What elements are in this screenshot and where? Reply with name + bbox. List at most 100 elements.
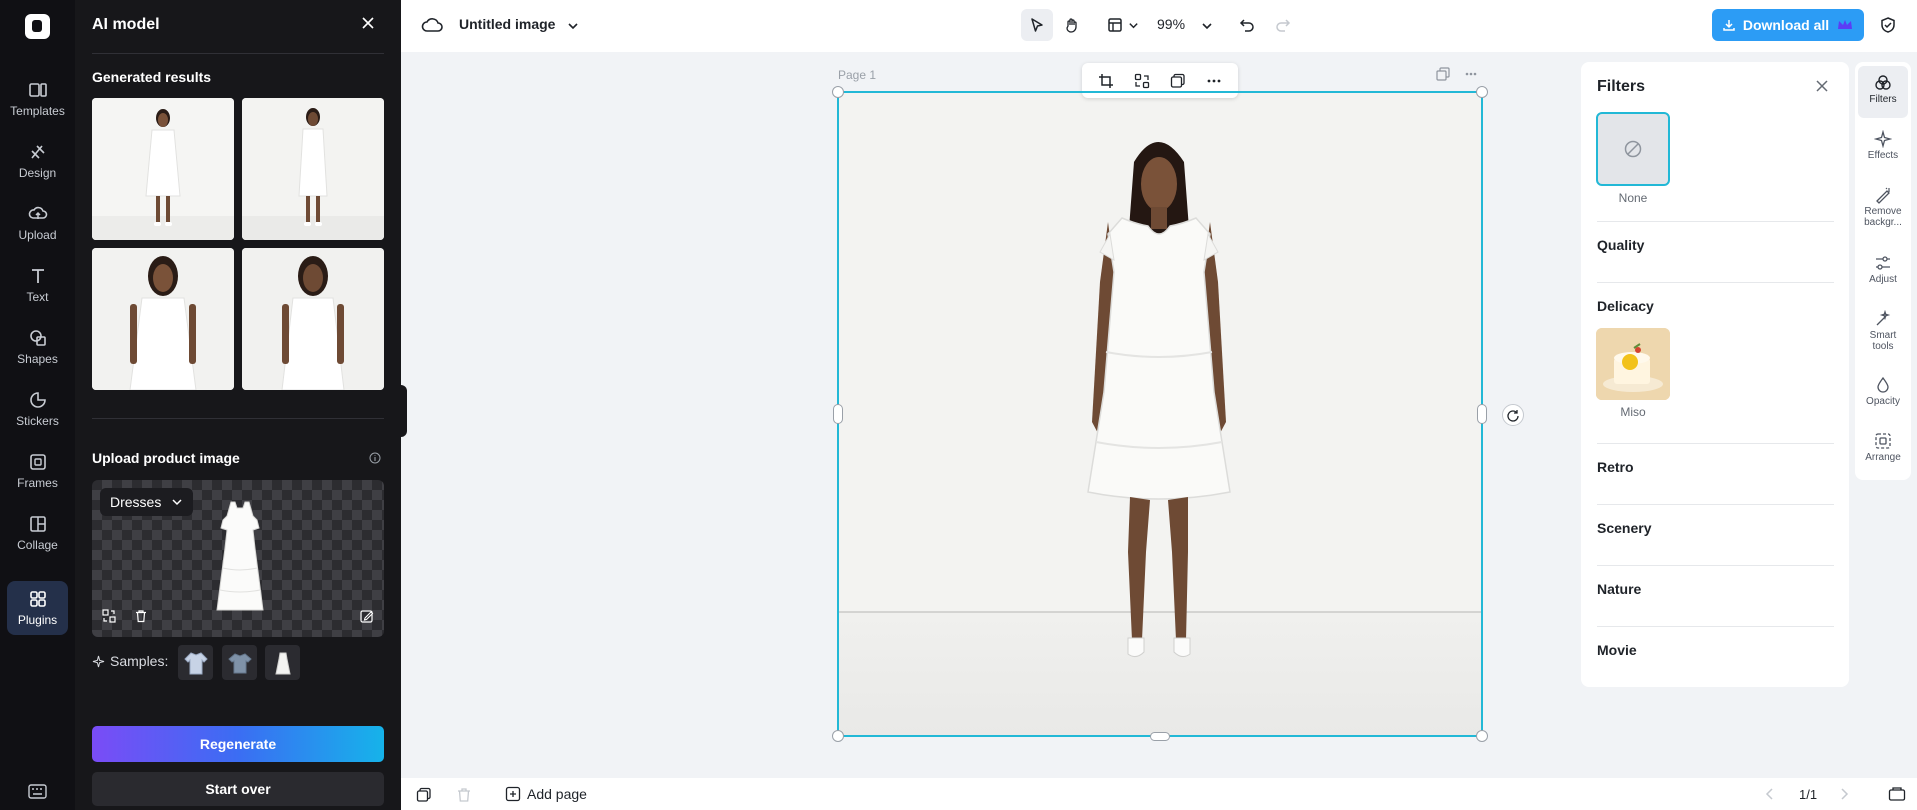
zoom-level[interactable]: 99% [1157, 16, 1185, 32]
resize-handle-left[interactable] [833, 404, 843, 424]
filter-section-retro[interactable]: Retro [1597, 459, 1634, 475]
filter-section-movie[interactable]: Movie [1597, 642, 1637, 658]
resize-handle-top-left[interactable] [832, 86, 844, 98]
dress-icon [274, 652, 291, 674]
copy-icon[interactable] [1170, 73, 1186, 89]
tool-smart-tools[interactable]: Smart tools [1858, 302, 1908, 364]
rail-item-text[interactable]: Text [7, 258, 68, 312]
filter-section-delicacy[interactable]: Delicacy [1597, 298, 1654, 314]
hand-tool-button[interactable] [1056, 9, 1088, 41]
shield-check-icon[interactable] [1879, 16, 1897, 34]
upload-product-title: Upload product image [92, 450, 240, 466]
resize-handle-bottom[interactable] [1150, 732, 1170, 741]
filter-none-tile[interactable] [1596, 112, 1670, 186]
collapse-panel-handle[interactable] [399, 385, 407, 437]
replace-image-button[interactable] [98, 605, 120, 627]
divider [1597, 221, 1834, 222]
edit-image-icon [360, 610, 374, 623]
rail-item-templates[interactable]: Templates [7, 72, 68, 126]
filter-section-quality[interactable]: Quality [1597, 237, 1644, 253]
chevron-down-icon[interactable] [567, 20, 579, 32]
tool-effects[interactable]: Effects [1858, 122, 1908, 174]
rail-item-plugins[interactable]: Plugins [7, 581, 68, 635]
selection-frame [837, 91, 1483, 737]
regenerate-button[interactable]: Regenerate [92, 726, 384, 762]
sample-shirt[interactable] [178, 645, 213, 680]
tool-label: Filters [1869, 94, 1897, 105]
rail-label: Collage [17, 538, 58, 552]
delete-image-button[interactable] [130, 605, 152, 627]
tool-remove-background[interactable]: Remove backgr... [1858, 178, 1908, 240]
duplicate-page-icon[interactable] [416, 787, 432, 803]
download-all-button[interactable]: Download all [1712, 9, 1864, 41]
generated-result-thumbnail[interactable] [92, 248, 234, 390]
filter-section-scenery[interactable]: Scenery [1597, 520, 1651, 536]
redo-button[interactable] [1267, 9, 1299, 41]
generated-result-thumbnail[interactable] [92, 98, 234, 240]
cloud-sync-icon[interactable] [421, 16, 443, 34]
tool-arrange[interactable]: Arrange [1858, 424, 1908, 476]
chevron-down-icon[interactable] [1201, 20, 1213, 32]
more-icon[interactable] [1206, 73, 1222, 89]
rail-item-upload[interactable]: Upload [7, 196, 68, 250]
rotate-handle[interactable] [1502, 404, 1524, 426]
tool-filters[interactable]: Filters [1858, 66, 1908, 118]
rail-item-collage[interactable]: Collage [7, 506, 68, 560]
bottom-bar: Add page 1/1 [401, 778, 1917, 810]
close-icon[interactable] [1814, 78, 1830, 94]
trash-icon[interactable] [456, 787, 472, 803]
samples-label: Samples: [92, 653, 168, 669]
start-over-button[interactable]: Start over [92, 772, 384, 806]
category-dropdown[interactable]: Dresses [100, 488, 194, 516]
generated-result-thumbnail[interactable] [242, 98, 384, 240]
product-image-upload-area[interactable]: Dresses [92, 480, 384, 637]
add-page-icon [505, 786, 521, 802]
layout-button[interactable] [1099, 9, 1131, 41]
document-title[interactable]: Untitled image [459, 16, 555, 32]
edit-image-button[interactable] [356, 605, 378, 627]
tool-label: Opacity [1866, 396, 1900, 407]
rail-label: Design [18, 166, 57, 180]
select-tool-button[interactable] [1021, 9, 1053, 41]
rail-item-shapes[interactable]: Shapes [7, 320, 68, 374]
divider [92, 53, 384, 54]
app-logo[interactable] [25, 14, 50, 39]
rail-item-design[interactable]: Design [7, 134, 68, 188]
rail-label: Text [26, 290, 49, 304]
resize-handle-bottom-left[interactable] [832, 730, 844, 742]
info-icon[interactable] [369, 452, 381, 464]
chevron-down-icon[interactable] [1128, 20, 1139, 31]
filter-miso-tile[interactable] [1596, 328, 1670, 400]
resize-handle-right[interactable] [1477, 404, 1487, 424]
filter-section-nature[interactable]: Nature [1597, 581, 1641, 597]
duplicate-page-icon[interactable] [1436, 67, 1450, 81]
crop-icon[interactable] [1098, 73, 1114, 89]
tool-opacity[interactable]: Opacity [1858, 368, 1908, 420]
model-image [242, 248, 384, 390]
rail-item-stickers[interactable]: Stickers [7, 382, 68, 436]
chevron-down-icon [172, 499, 182, 506]
undo-button[interactable] [1231, 9, 1263, 41]
pages-overview-icon[interactable] [1888, 786, 1906, 802]
replace-icon[interactable] [1134, 73, 1150, 89]
page-more-icon[interactable] [1464, 67, 1478, 81]
plugins-icon [29, 591, 46, 607]
chevron-left-icon[interactable] [1763, 787, 1777, 801]
add-page-button[interactable]: Add page [505, 786, 587, 802]
generated-result-thumbnail[interactable] [242, 248, 384, 390]
tool-adjust[interactable]: Adjust [1858, 246, 1908, 298]
resize-handle-top-right[interactable] [1476, 86, 1488, 98]
opacity-icon [1877, 376, 1889, 393]
collage-icon [29, 516, 46, 532]
text-icon [31, 269, 44, 283]
shapes-icon [29, 330, 46, 346]
remove-background-icon [1876, 187, 1890, 204]
keyboard-shortcuts-icon[interactable] [28, 784, 47, 799]
close-icon[interactable] [359, 14, 377, 32]
sample-dress[interactable] [265, 645, 300, 680]
sample-tshirt[interactable] [222, 645, 257, 680]
chevron-right-icon[interactable] [1837, 787, 1851, 801]
resize-handle-bottom-right[interactable] [1476, 730, 1488, 742]
rail-item-frames[interactable]: Frames [7, 444, 68, 498]
top-toolbar: Untitled image 99% Download all [401, 0, 1917, 52]
